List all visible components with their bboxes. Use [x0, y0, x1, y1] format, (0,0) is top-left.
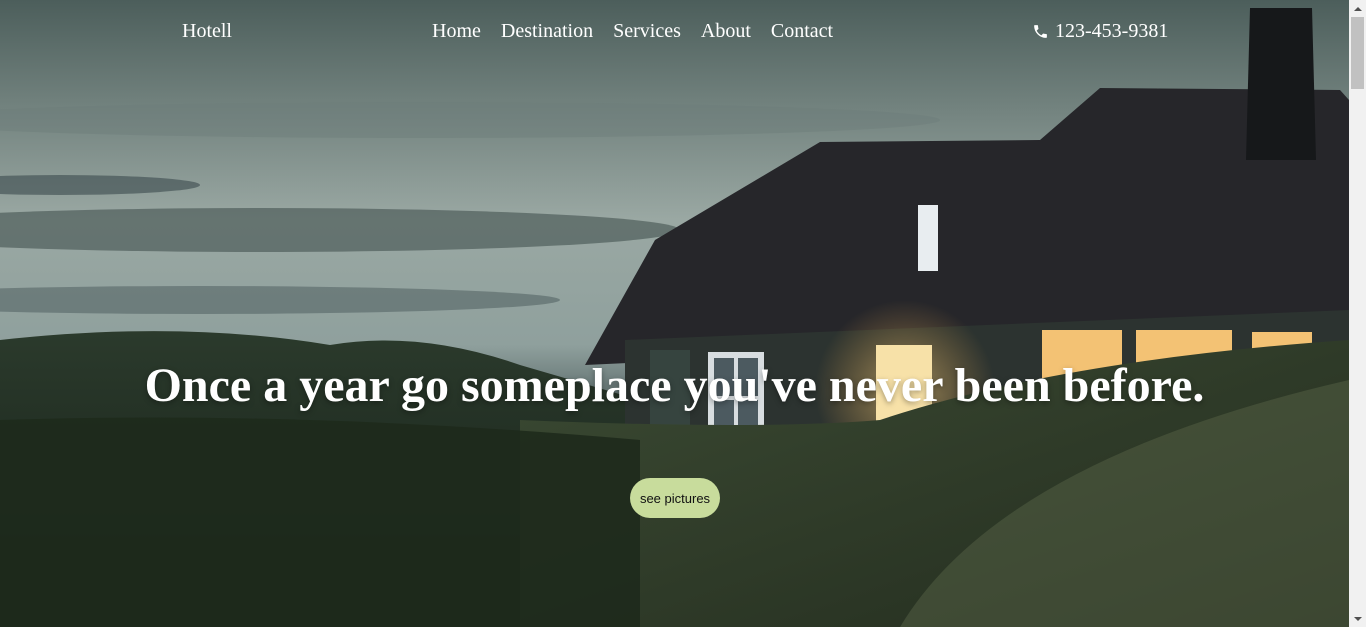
nav-link-destination[interactable]: Destination — [501, 20, 593, 43]
chevron-up-icon[interactable] — [1349, 0, 1366, 17]
nav-link-about[interactable]: About — [701, 20, 751, 43]
hero-headline: Once a year go someplace you've never be… — [144, 359, 1205, 412]
phone-icon — [1032, 23, 1049, 40]
nav-menu: Home Destination Services About Contact — [432, 20, 833, 43]
phone-number: 123-453-9381 — [1055, 20, 1169, 42]
nav-link-contact[interactable]: Contact — [771, 20, 833, 43]
chevron-down-icon[interactable] — [1349, 610, 1366, 627]
phone-contact: 123-453-9381 — [1032, 20, 1168, 43]
brand-logo-link[interactable]: Hotell — [182, 20, 232, 43]
nav-link-home[interactable]: Home — [432, 20, 481, 43]
vertical-scrollbar[interactable] — [1349, 0, 1366, 627]
top-navigation: Hotell Home Destination Services About C… — [0, 0, 1349, 64]
hero-background-image — [0, 0, 1349, 627]
hero-section: Hotell Home Destination Services About C… — [0, 0, 1349, 627]
see-pictures-button[interactable]: see pictures — [630, 478, 720, 518]
nav-link-services[interactable]: Services — [613, 20, 681, 43]
browser-viewport: Hotell Home Destination Services About C… — [0, 0, 1366, 627]
scrollbar-thumb[interactable] — [1351, 17, 1364, 89]
